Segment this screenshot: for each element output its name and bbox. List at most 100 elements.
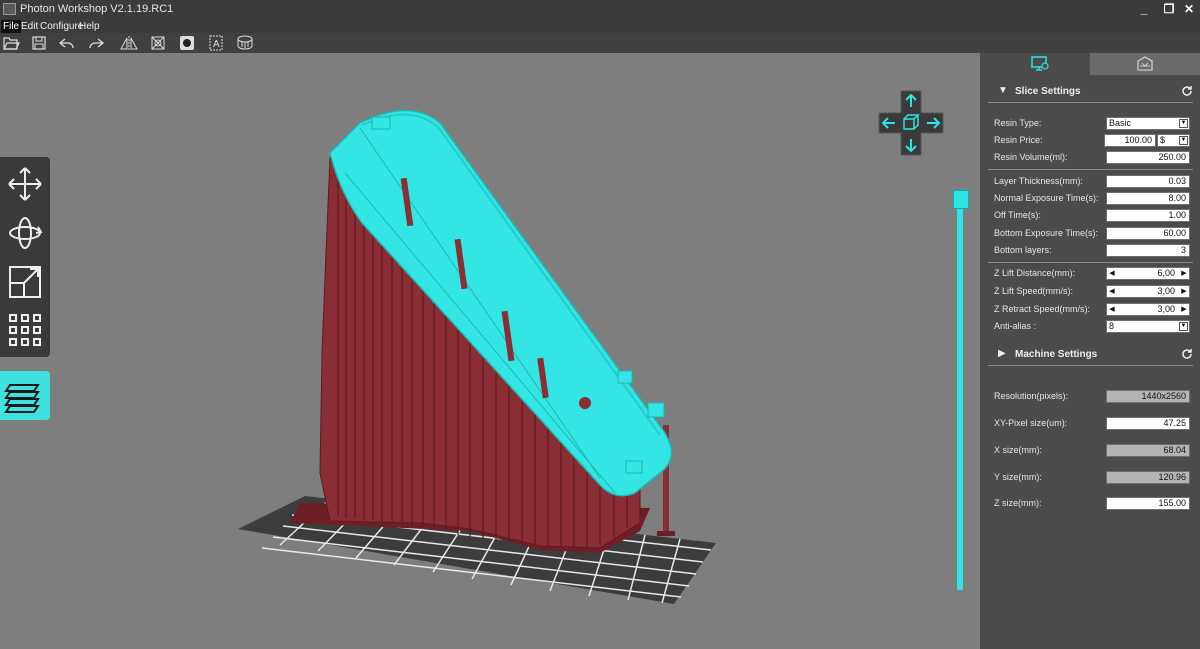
redo-icon[interactable] (85, 34, 107, 52)
z-lift-speed-value: 3,00 (1157, 286, 1175, 296)
decrement-icon[interactable]: ◀ (1108, 304, 1116, 315)
arrange-icon[interactable] (4, 307, 46, 351)
layer-slider-track[interactable] (957, 203, 963, 590)
undo-icon[interactable] (56, 34, 78, 52)
bottom-layers-input[interactable]: 3 (1106, 244, 1190, 257)
bottom-exposure-label: Bottom Exposure Time(s): (994, 228, 1099, 238)
transform-toolbar (0, 157, 50, 357)
anti-alias-value: 8 (1109, 321, 1115, 331)
minimize-button[interactable]: _ (1133, 1, 1155, 17)
base-icon[interactable] (234, 34, 256, 52)
layers-icon[interactable] (0, 371, 50, 420)
dropdown-arrow-icon: ▼ (1179, 136, 1188, 145)
text-icon[interactable]: A (205, 34, 227, 52)
anti-alias-row: Anti-alias : 8 ▼ (988, 319, 1193, 334)
menu-bar: File Edit Configure Help (0, 19, 1200, 33)
z-size-input[interactable]: 155.00 (1106, 497, 1190, 510)
z-retract-speed-row: Z Retract Speed(mm/s): ◀ 3,00 ▶ (988, 302, 1193, 317)
printer-icon (1137, 56, 1153, 71)
collapse-arrow-icon: ▼ (998, 85, 1008, 96)
off-time-input[interactable]: 1.00 (1106, 209, 1190, 222)
hollow-icon[interactable] (147, 34, 169, 52)
dropdown-arrow-icon: ▼ (1179, 119, 1188, 128)
menu-help[interactable]: Help (77, 20, 102, 33)
normal-exposure-input[interactable]: 8.00 (1106, 192, 1190, 205)
z-lift-speed-stepper[interactable]: ◀ 3,00 ▶ (1106, 285, 1190, 298)
reset-icon[interactable] (1180, 347, 1194, 361)
resolution-label: Resolution(pixels): (994, 391, 1069, 401)
bottom-exposure-row: Bottom Exposure Time(s): 60.00 (988, 226, 1193, 241)
xy-pixel-label: XY-Pixel size(um): (994, 418, 1068, 428)
3d-viewport[interactable] (0, 53, 980, 649)
svg-text:A: A (213, 39, 220, 50)
resolution-value: 1440x2560 (1106, 390, 1190, 403)
z-size-label: Z size(mm): (994, 498, 1042, 508)
scale-icon[interactable] (4, 259, 46, 303)
z-lift-speed-label: Z Lift Speed(mm/s): (994, 286, 1074, 296)
currency-value: $ (1160, 135, 1166, 145)
normal-exposure-row: Normal Exposure Time(s): 8.00 (988, 191, 1193, 206)
mirror-icon[interactable] (118, 34, 140, 52)
decrement-icon[interactable]: ◀ (1108, 286, 1116, 297)
y-size-value: 120.96 (1106, 471, 1190, 484)
z-lift-distance-stepper[interactable]: ◀ 6,00 ▶ (1106, 267, 1190, 280)
decrement-icon[interactable]: ◀ (1108, 268, 1116, 279)
y-size-row: Y size(mm): 120.96 (988, 470, 1193, 485)
panel-tabs (980, 53, 1200, 75)
reset-icon[interactable] (1180, 84, 1194, 98)
divider (988, 262, 1193, 263)
anti-alias-select[interactable]: 8 ▼ (1106, 320, 1190, 333)
rotate-icon[interactable] (4, 211, 46, 255)
layer-slider-handle[interactable] (953, 190, 969, 209)
normal-exposure-label: Normal Exposure Time(s): (994, 193, 1099, 203)
z-lift-distance-value: 6,00 (1157, 268, 1175, 278)
resin-type-select[interactable]: Basic ▼ (1106, 117, 1190, 130)
divider (988, 169, 1193, 170)
bottom-layers-label: Bottom layers: (994, 245, 1052, 255)
z-lift-distance-row: Z Lift Distance(mm): ◀ 6,00 ▶ (988, 266, 1193, 281)
z-retract-speed-value: 3,00 (1157, 304, 1175, 314)
z-lift-speed-row: Z Lift Speed(mm/s): ◀ 3,00 ▶ (988, 284, 1193, 299)
support-pin-base (657, 531, 675, 536)
resin-type-value: Basic (1109, 118, 1132, 128)
app-icon (3, 3, 16, 15)
resin-type-label: Resin Type: (994, 118, 1042, 128)
slice-settings-title: Slice Settings (1015, 86, 1081, 97)
resin-price-label: Resin Price: (994, 135, 1043, 145)
anti-alias-label: Anti-alias : (994, 321, 1037, 331)
machine-settings-header[interactable]: ▶ Machine Settings (988, 345, 1193, 366)
machine-settings-title: Machine Settings (1015, 349, 1098, 360)
x-size-label: X size(mm): (994, 445, 1042, 455)
z-lift-distance-label: Z Lift Distance(mm): (994, 268, 1076, 278)
off-time-row: Off Time(s): 1.00 (988, 208, 1193, 223)
slice-settings-header[interactable]: ▼ Slice Settings (988, 82, 1193, 103)
dropdown-arrow-icon: ▼ (1179, 322, 1188, 331)
maximize-button[interactable]: ❐ (1158, 1, 1180, 17)
increment-icon[interactable]: ▶ (1180, 304, 1188, 315)
view-navigation-cube[interactable] (876, 89, 946, 157)
monitor-gear-icon (1031, 56, 1049, 71)
open-file-icon[interactable] (0, 34, 22, 52)
xy-pixel-input[interactable]: 47.25 (1106, 417, 1190, 430)
toolbar: A (0, 33, 1200, 53)
layer-thickness-row: Layer Thickness(mm): 0.03 (988, 174, 1193, 189)
resin-volume-input[interactable]: 250.00 (1106, 151, 1190, 164)
resin-volume-label: Resin Volume(ml): (994, 152, 1068, 162)
resin-type-row: Resin Type: Basic ▼ (988, 116, 1193, 131)
resin-price-input[interactable]: 100.00 (1104, 134, 1156, 147)
xy-pixel-row: XY-Pixel size(um): 47.25 (988, 416, 1193, 431)
increment-icon[interactable]: ▶ (1180, 286, 1188, 297)
tab-slice-settings[interactable] (988, 53, 1090, 75)
bottom-exposure-input[interactable]: 60.00 (1106, 227, 1190, 240)
z-retract-speed-stepper[interactable]: ◀ 3,00 ▶ (1106, 303, 1190, 316)
close-button[interactable]: ✕ (1178, 1, 1200, 17)
increment-icon[interactable]: ▶ (1180, 268, 1188, 279)
resin-price-row: Resin Price: 100.00 $ ▼ (988, 133, 1193, 148)
currency-select[interactable]: $ ▼ (1157, 134, 1190, 147)
y-size-label: Y size(mm): (994, 472, 1042, 482)
move-icon[interactable] (4, 162, 46, 206)
tab-machine-settings[interactable] (1090, 53, 1200, 75)
save-icon[interactable] (28, 34, 50, 52)
layer-thickness-input[interactable]: 0.03 (1106, 175, 1190, 188)
punch-icon[interactable] (176, 34, 198, 52)
